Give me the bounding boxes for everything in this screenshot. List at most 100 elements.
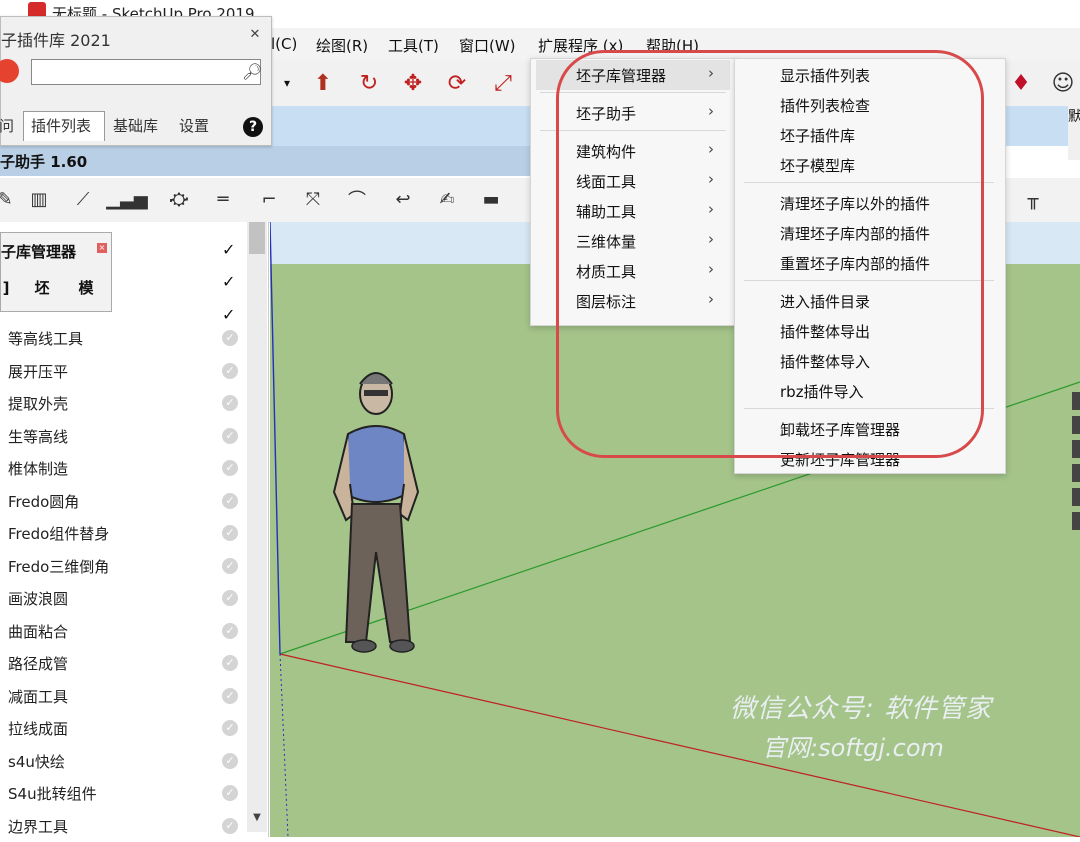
search-input[interactable] (31, 59, 261, 85)
scroll-down-arrow-icon[interactable]: ▼ (249, 812, 265, 830)
check-icon[interactable]: ✓ (222, 752, 238, 769)
bar-chart-icon[interactable]: ▁▃▅ (106, 186, 148, 212)
column-icon[interactable]: ▥ (26, 186, 52, 212)
tool-icon[interactable]: ✎ (0, 186, 18, 212)
plugin-list-item-label: Fredo圆角 (8, 492, 80, 511)
side-button[interactable] (1072, 440, 1080, 458)
plugin-list-item[interactable]: 画波浪圆 ✓ (0, 582, 245, 614)
plugin-list-item[interactable]: 椎体制造 ✓ (0, 452, 245, 484)
blue-axis (270, 222, 281, 655)
close-icon[interactable]: ✕ (247, 27, 263, 43)
check-icon[interactable]: ✓ (222, 687, 238, 704)
check-icon[interactable]: ✓ (222, 720, 238, 736)
default-tray-label: 默 (1068, 109, 1080, 125)
plugin-list-item-label: 提取外壳 (8, 395, 69, 413)
ruby-icon[interactable]: ♦ (1004, 66, 1038, 100)
side-button[interactable] (1072, 392, 1080, 410)
check-icon[interactable]: ✓ (222, 622, 238, 639)
watermark-line-2: 官网:softgj.com (762, 734, 944, 762)
menu-tools[interactable]: 工具(T) (388, 35, 439, 56)
follow-me-icon[interactable]: ↻ (352, 66, 386, 100)
menu-draw[interactable]: 绘图(R) (316, 35, 368, 56)
plugin-list-item-label: s4u快绘 (8, 752, 65, 771)
railing-tool-icon[interactable]: ╥ (1020, 186, 1046, 212)
tab-question[interactable]: 问 (0, 115, 14, 136)
check-icon[interactable]: ✓ (222, 525, 238, 541)
plugin-list-item[interactable]: 提取外壳 ✓ (0, 387, 245, 419)
blue-axis-dotted (279, 653, 289, 837)
move-icon[interactable]: ✥ (396, 66, 430, 100)
check-icon[interactable]: ✓ (222, 362, 238, 379)
push-pull-icon[interactable]: ⬆ (306, 66, 340, 100)
check-icon[interactable]: ✓ (222, 817, 238, 834)
arch-tool-icon[interactable]: ⌒ (344, 186, 370, 212)
plugin-list-item[interactable]: Fredo三维倒角 ✓ (0, 550, 245, 582)
check-icon[interactable]: ✓ (222, 557, 238, 574)
box-tool-icon[interactable]: ▬ (478, 186, 504, 212)
side-button[interactable] (1072, 416, 1080, 434)
annotation-highlight (556, 50, 984, 458)
menu-edit[interactable]: l(C) (271, 35, 297, 53)
menu-window[interactable]: 窗口(W) (459, 35, 516, 56)
check-icon[interactable]: ✓ (222, 305, 235, 324)
check-icon[interactable]: ✓ (222, 460, 238, 476)
plugin-list-item[interactable]: Fredo圆角 ✓ (0, 485, 245, 517)
plugin-list-item-label: 生等高线 (8, 427, 69, 446)
assistant-toolbar-title: 子助手 1.60 (0, 146, 560, 176)
plugin-list-item[interactable]: 等高线工具 ✓ (0, 322, 245, 354)
stairs-icon[interactable]: ⟋ (70, 186, 96, 212)
plugin-list-scrollbar[interactable] (247, 222, 267, 832)
dropdown-arrow-icon[interactable]: ▾ (280, 66, 294, 100)
plugin-list-item-label: 等高线工具 (8, 330, 84, 348)
close-icon[interactable]: × (97, 243, 107, 253)
plugin-list-item[interactable]: 路径成管 ✓ (0, 647, 245, 679)
rotate-icon[interactable]: ⟳ (440, 66, 474, 100)
layer-tool-icon[interactable]: ⛮ (166, 186, 192, 212)
plugin-list-item[interactable]: 展开压平 ✓ (0, 355, 245, 387)
person-figure-icon (332, 372, 420, 653)
side-button[interactable] (1072, 488, 1080, 506)
corner-tool-icon[interactable]: ⌐ (256, 186, 282, 212)
account-icon[interactable]: ☺ (1046, 66, 1080, 100)
split-tool-icon[interactable]: ⤧ (300, 186, 326, 212)
tab-settings[interactable]: 设置 (179, 115, 209, 136)
line-tool-icon[interactable]: ═ (210, 186, 236, 212)
plugin-library-panel: 子插件库 2021 ✕ 🔎︎ 问 插件列表 基础库 设置 ? (0, 16, 272, 146)
manager-button-model[interactable]: 模 (73, 275, 99, 301)
tab-base-library[interactable]: 基础库 (113, 115, 158, 136)
plugin-list-item[interactable]: 减面工具 ✓ (0, 680, 245, 712)
check-icon[interactable]: ✓ (222, 655, 238, 671)
plugin-list-item-label: 椎体制造 (8, 460, 69, 478)
check-icon[interactable]: ✓ (222, 785, 238, 801)
plugin-list-scroll-thumb[interactable] (249, 222, 265, 254)
plugin-list-item[interactable]: 曲面粘合 ✓ (0, 615, 245, 647)
check-icon[interactable]: ✓ (222, 427, 238, 444)
drop-tool-icon[interactable]: ✍ (434, 186, 460, 212)
search-icon[interactable]: 🔎︎ (242, 62, 262, 81)
manager-button-plugin[interactable]: 坯 (29, 275, 55, 301)
side-button[interactable] (1072, 512, 1080, 530)
side-button[interactable] (1072, 464, 1080, 482)
manager-button-1[interactable]: ] (0, 275, 19, 301)
check-icon[interactable]: ✓ (222, 240, 235, 259)
scale-icon[interactable]: ⤢ (486, 66, 520, 100)
plugin-list-item[interactable]: S4u批转组件 ✓ (0, 777, 245, 809)
help-icon[interactable]: ? (243, 117, 263, 137)
plugin-list-item[interactable]: Fredo组件替身 ✓ (0, 517, 245, 549)
plugin-list-item[interactable]: s4u快绘 ✓ (0, 745, 245, 777)
hook-tool-icon[interactable]: ↩ (390, 186, 416, 212)
watermark-line-1: 微信公众号: 软件管家 (730, 694, 993, 724)
tab-plugin-list[interactable]: 插件列表 (31, 115, 91, 136)
check-icon[interactable]: ✓ (222, 330, 238, 346)
check-icon[interactable]: ✓ (222, 590, 238, 606)
check-icon[interactable]: ✓ (222, 492, 238, 509)
red-axis (279, 653, 1080, 837)
library-manager-title: 子库管理器 (1, 243, 77, 261)
default-tray-tab[interactable]: 默 (1068, 100, 1080, 160)
check-icon[interactable]: ✓ (222, 272, 235, 291)
check-icon[interactable]: ✓ (222, 395, 238, 411)
plugin-list-item[interactable]: 生等高线 ✓ (0, 420, 245, 452)
plugin-list-item[interactable]: 拉线成面 ✓ (0, 712, 245, 744)
plugin-list-item-label: 路径成管 (8, 655, 69, 673)
plugin-list-item-label: 拉线成面 (8, 720, 69, 738)
